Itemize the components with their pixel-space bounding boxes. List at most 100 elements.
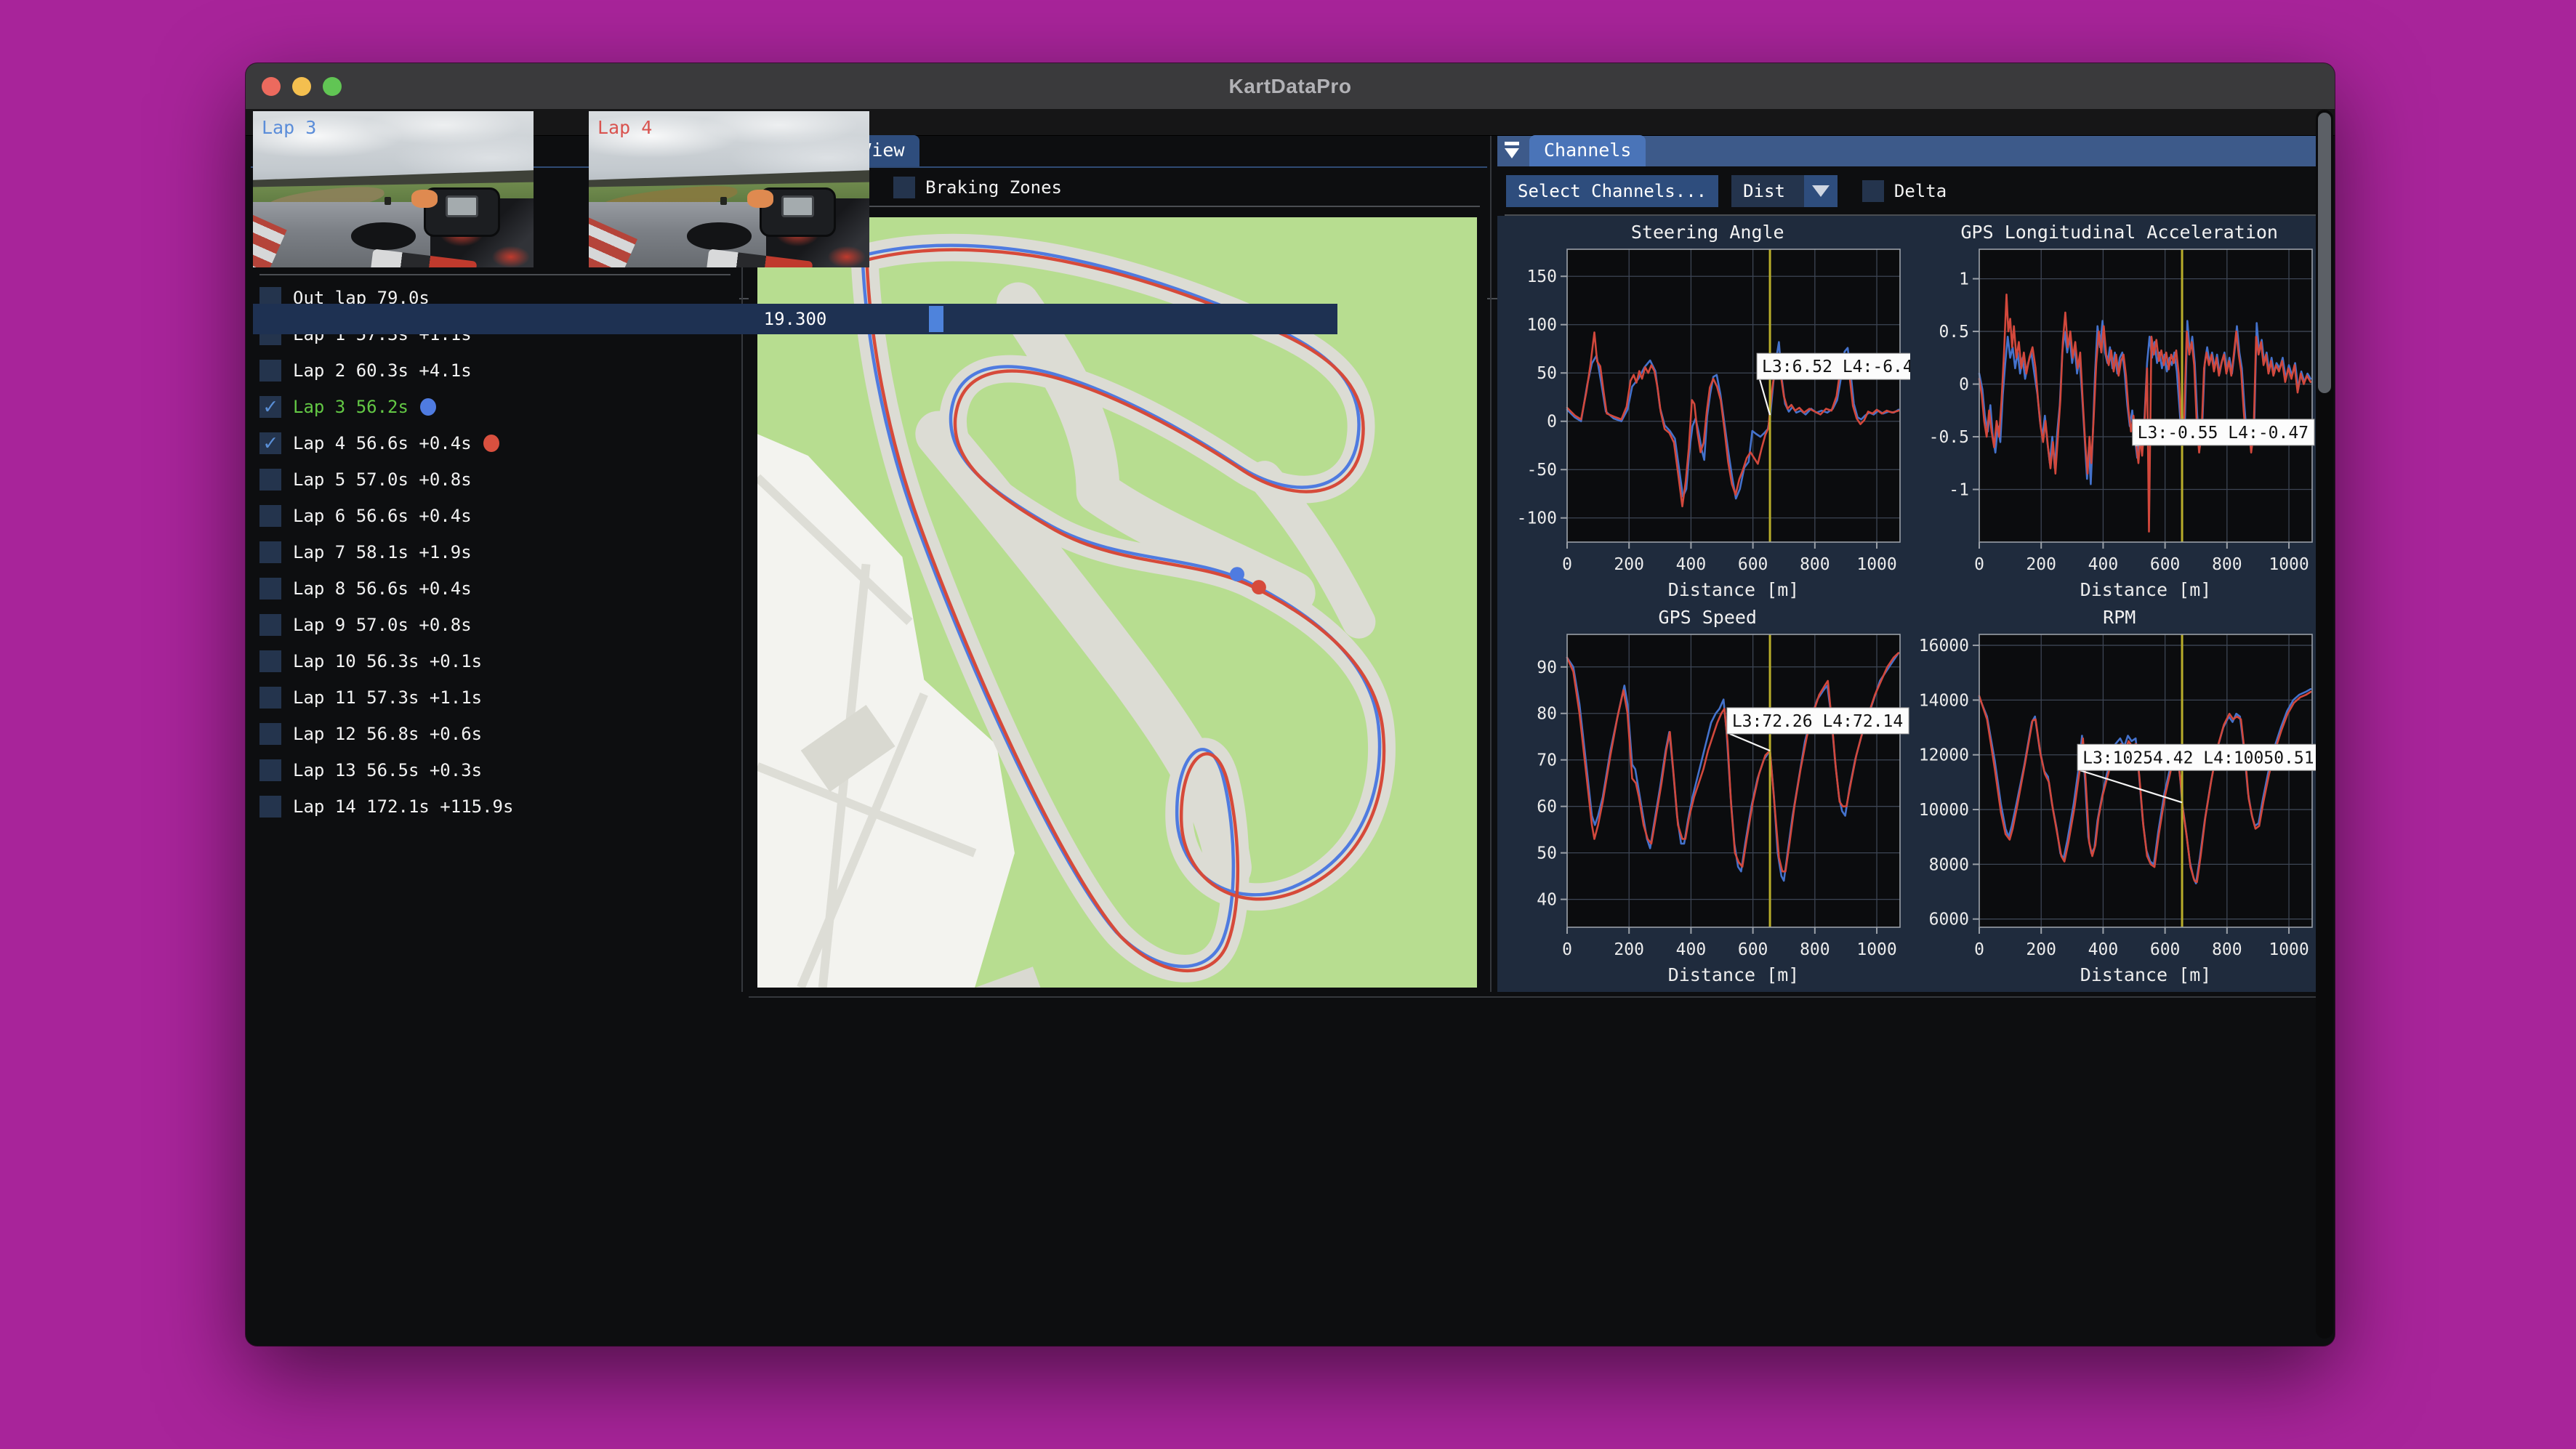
lap-row: Lap 8 56.6s +0.4s bbox=[259, 576, 730, 600]
lap-label[interactable]: Lap 3 56.2s bbox=[293, 397, 408, 417]
svg-text:90: 90 bbox=[1537, 658, 1557, 677]
svg-text:50: 50 bbox=[1537, 364, 1557, 383]
svg-text:200: 200 bbox=[2026, 940, 2056, 959]
chevron-down-icon[interactable] bbox=[1804, 175, 1838, 207]
lap-label[interactable]: Lap 11 57.3s +1.1s bbox=[293, 687, 482, 708]
svg-text:-0.5: -0.5 bbox=[1928, 428, 1968, 447]
svg-text:400: 400 bbox=[2088, 555, 2118, 574]
window-menu-icon[interactable] bbox=[1503, 140, 1522, 162]
chart-plot[interactable]: 6000800010000120001400016000020040060080… bbox=[1915, 630, 2322, 988]
delta-label[interactable]: Delta bbox=[1894, 181, 1947, 201]
video-thumbnail-lap4[interactable]: Lap 4 bbox=[589, 111, 869, 267]
lap-checkbox[interactable] bbox=[259, 469, 281, 491]
svg-text:1000: 1000 bbox=[1856, 555, 1896, 574]
lap-checkbox[interactable] bbox=[259, 687, 281, 709]
video-panel-scrollbar[interactable] bbox=[2316, 110, 2333, 1339]
lap-row: Lap 14 172.1s +115.9s bbox=[259, 794, 730, 818]
svg-text:100: 100 bbox=[1526, 316, 1557, 335]
svg-text:600: 600 bbox=[1738, 940, 1768, 959]
lap-row: Lap 12 56.8s +0.6s bbox=[259, 722, 730, 746]
x-axis-mode-combo[interactable]: Dist bbox=[1731, 175, 1838, 207]
lap-checkbox[interactable]: ✓ bbox=[259, 432, 281, 454]
chart-plot[interactable]: -100-5005010015002004006008001000Distanc… bbox=[1503, 245, 1910, 602]
chart-rpm: RPM6000800010000120001400016000020040060… bbox=[1915, 605, 2325, 988]
svg-text:Distance [m]: Distance [m] bbox=[2080, 964, 2211, 985]
lap-list: Out lap 79.0sLap 1 57.3s +1.1sLap 2 60.3… bbox=[259, 286, 730, 818]
lap-checkbox[interactable] bbox=[259, 650, 281, 672]
lap-label[interactable]: Lap 10 56.3s +0.1s bbox=[293, 651, 482, 671]
kart-body bbox=[704, 187, 869, 267]
lap-label[interactable]: Lap 14 172.1s +115.9s bbox=[293, 796, 513, 817]
traffic-lights bbox=[262, 63, 342, 109]
chart-gps-speed: GPS Speed40506070809002004006008001000Di… bbox=[1503, 605, 1912, 988]
maximize-window-button[interactable] bbox=[323, 77, 342, 96]
minimize-window-button[interactable] bbox=[292, 77, 311, 96]
lap-label[interactable]: Lap 9 57.0s +0.8s bbox=[293, 615, 472, 635]
lap-row: Lap 9 57.0s +0.8s bbox=[259, 613, 730, 637]
delta-checkbox[interactable] bbox=[1862, 180, 1884, 202]
chart-gps-longitudinal-acceleration: GPS Longitudinal Acceleration10.50-0.5-1… bbox=[1915, 220, 2325, 602]
lap-label[interactable]: Lap 2 60.3s +4.1s bbox=[293, 360, 472, 381]
svg-text:400: 400 bbox=[1676, 555, 1707, 574]
dash-display bbox=[781, 195, 815, 217]
lap-label[interactable]: Lap 7 58.1s +1.9s bbox=[293, 542, 472, 562]
lap-label[interactable]: Lap 5 57.0s +0.8s bbox=[293, 469, 472, 490]
slider-grab-handle[interactable] bbox=[929, 306, 943, 332]
svg-text:Distance [m]: Distance [m] bbox=[2080, 579, 2211, 600]
lap-label[interactable]: Lap 4 56.6s +0.4s bbox=[293, 433, 472, 453]
svg-text:200: 200 bbox=[1614, 555, 1644, 574]
lap-checkbox[interactable] bbox=[259, 796, 281, 818]
lap-label[interactable]: Lap 13 56.5s +0.3s bbox=[293, 760, 482, 780]
svg-text:6000: 6000 bbox=[1928, 911, 1968, 929]
svg-text:14000: 14000 bbox=[1918, 691, 1968, 710]
braking-zones-label[interactable]: Braking Zones bbox=[925, 177, 1062, 198]
svg-text:0: 0 bbox=[1974, 940, 1984, 959]
close-window-button[interactable] bbox=[262, 77, 281, 96]
svg-text:600: 600 bbox=[2149, 940, 2180, 959]
svg-text:0.5: 0.5 bbox=[1939, 323, 1969, 342]
delta-checkbox-row: Delta bbox=[1862, 180, 1947, 202]
tab-channels[interactable]: Channels bbox=[1529, 135, 1646, 166]
lap-color-dot bbox=[420, 398, 436, 416]
scrollbar-thumb[interactable] bbox=[2318, 113, 2331, 393]
channels-panel: Channels Select Channels... Dist Delta S… bbox=[1497, 136, 2330, 992]
svg-text:16000: 16000 bbox=[1918, 637, 1968, 655]
combo-value[interactable]: Dist bbox=[1731, 175, 1804, 207]
svg-text:0: 0 bbox=[1562, 555, 1572, 574]
lap-row: Lap 7 58.1s +1.9s bbox=[259, 540, 730, 564]
chart-plot[interactable]: 40506070809002004006008001000Distance [m… bbox=[1503, 630, 1910, 988]
select-channels-button[interactable]: Select Channels... bbox=[1506, 175, 1718, 207]
lap-label[interactable]: Lap 8 56.6s +0.4s bbox=[293, 578, 472, 599]
svg-text:800: 800 bbox=[1800, 555, 1830, 574]
svg-text:Distance [m]: Distance [m] bbox=[1668, 964, 1800, 985]
svg-text:800: 800 bbox=[1800, 940, 1830, 959]
svg-text:800: 800 bbox=[2212, 555, 2242, 574]
lap-checkbox[interactable] bbox=[259, 541, 281, 563]
lap-row: ✓ Lap 4 56.6s +0.4s bbox=[259, 431, 730, 455]
lap-label[interactable]: Lap 12 56.8s +0.6s bbox=[293, 724, 482, 744]
chart-title: RPM bbox=[1915, 605, 2325, 630]
lap-checkbox[interactable] bbox=[259, 578, 281, 600]
lap-row: Lap 13 56.5s +0.3s bbox=[259, 758, 730, 782]
sync-offset-slider[interactable]: 19.300 bbox=[253, 304, 1337, 334]
chart-title: GPS Speed bbox=[1503, 605, 1912, 630]
lap-checkbox[interactable] bbox=[259, 614, 281, 636]
lap-label[interactable]: Lap 6 56.6s +0.4s bbox=[293, 506, 472, 526]
lap-checkbox[interactable] bbox=[259, 360, 281, 382]
lap-checkbox[interactable] bbox=[259, 759, 281, 781]
svg-text:1000: 1000 bbox=[2269, 940, 2309, 959]
lap-checkbox[interactable] bbox=[259, 505, 281, 527]
lap-row: Lap 6 56.6s +0.4s bbox=[259, 504, 730, 528]
lap-row: Lap 11 57.3s +1.1s bbox=[259, 685, 730, 709]
lap-checkbox[interactable] bbox=[259, 723, 281, 745]
video-thumbnail-lap3[interactable]: Lap 3 bbox=[253, 111, 534, 267]
titlebar: KartDataPro bbox=[246, 63, 2335, 109]
svg-text:12000: 12000 bbox=[1918, 746, 1968, 765]
kart-body bbox=[368, 187, 534, 267]
braking-zones-checkbox[interactable] bbox=[893, 177, 915, 198]
lap-checkbox[interactable]: ✓ bbox=[259, 396, 281, 418]
svg-text:1000: 1000 bbox=[1856, 940, 1896, 959]
lap-color-dot bbox=[483, 435, 499, 452]
chart-plot[interactable]: 10.50-0.5-102004006008001000Distance [m]… bbox=[1915, 245, 2322, 602]
svg-text:600: 600 bbox=[2149, 555, 2180, 574]
